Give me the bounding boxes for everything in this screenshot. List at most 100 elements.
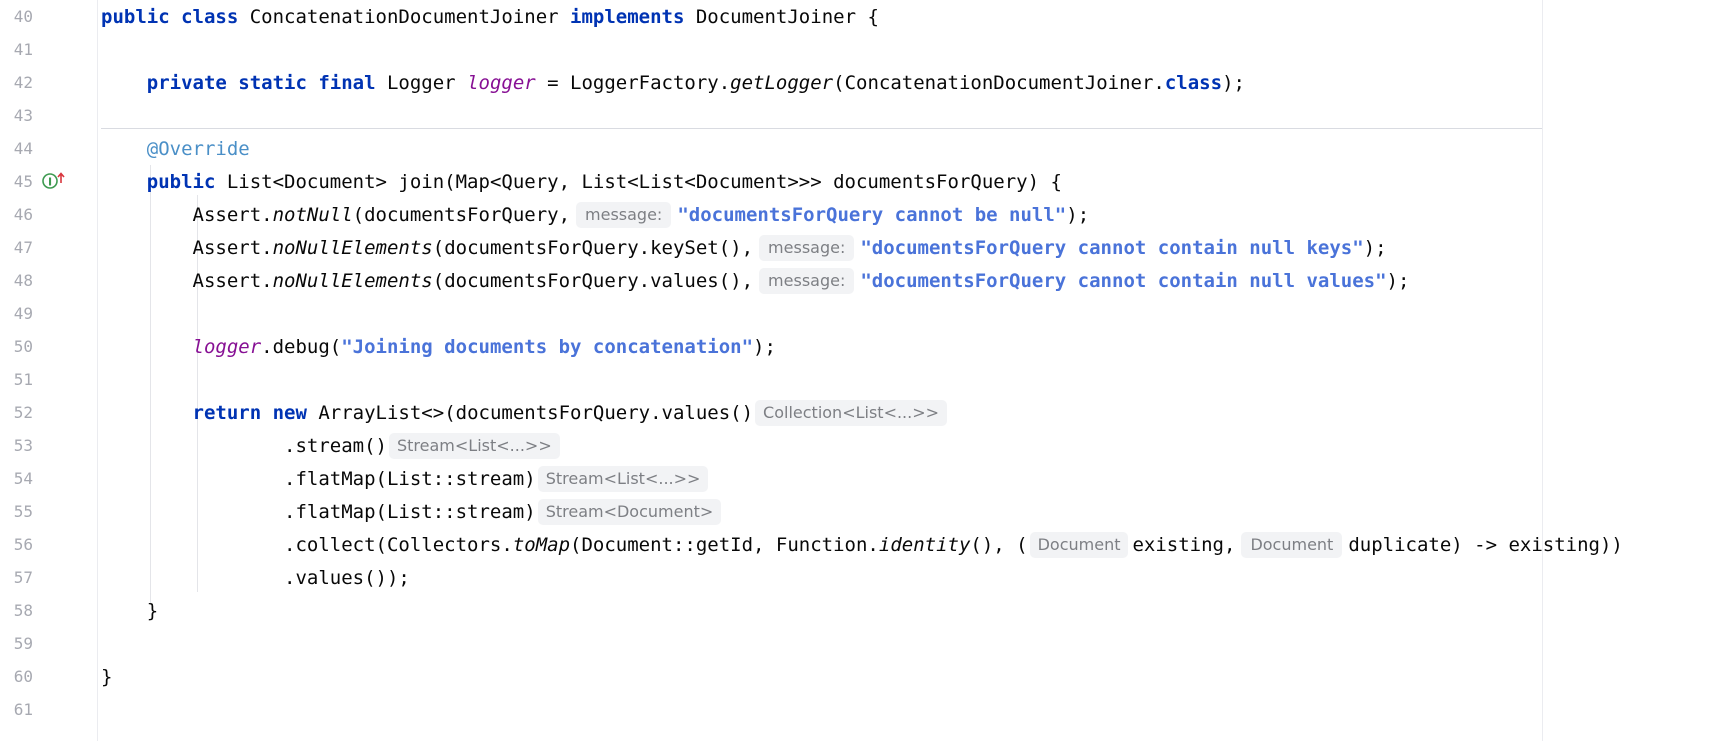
line-number: 61 (13, 700, 33, 719)
code-token: "documentsForQuery cannot contain null v… (860, 270, 1387, 292)
code-token: getLogger (730, 72, 834, 94)
code-text: @Override (101, 133, 250, 166)
code-line[interactable]: 58 } (0, 595, 1720, 628)
code-token: noNullElements (272, 237, 433, 259)
code-line[interactable]: 53 .stream() Stream<List<...>> (0, 430, 1720, 463)
parameter-hint: Document (1241, 532, 1343, 558)
code-editor[interactable]: I 40 public class ConcatenationDocumentJo… (0, 0, 1720, 741)
line-number: 56 (13, 535, 33, 554)
code-token: (ConcatenationDocumentJoiner. (833, 72, 1165, 94)
code-line[interactable]: 43 (0, 100, 1720, 133)
code-text: .values()); (101, 562, 410, 595)
line-number: 44 (13, 139, 33, 158)
line-number: 51 (13, 370, 33, 389)
parameter-hint: message: (759, 235, 855, 261)
code-token: List<Document> join(Map<Query, List<List… (226, 171, 1062, 193)
line-number: 46 (13, 205, 33, 224)
line-number: 54 (13, 469, 33, 488)
line-number: 50 (13, 337, 33, 356)
code-token: identity (878, 534, 971, 556)
code-token: duplicate) -> existing)) (1348, 534, 1623, 556)
code-text: .collect(Collectors.toMap(Document::getI… (101, 529, 1623, 562)
code-token: (Document::getId, Function. (570, 534, 879, 556)
code-token: (documentsForQuery.values(), (432, 270, 754, 292)
code-token: "Joining documents by concatenation" (341, 336, 754, 358)
line-number: 42 (13, 73, 33, 92)
code-token: .stream() (101, 435, 387, 457)
type-hint: Collection<List<...>> (755, 400, 948, 426)
code-line[interactable]: 46 Assert.notNull(documentsForQuery, mess… (0, 199, 1720, 232)
code-line[interactable]: 55 .flatMap(List::stream) Stream<Document… (0, 496, 1720, 529)
code-token: .collect(Collectors. (101, 534, 513, 556)
code-token: public class (101, 6, 250, 28)
code-line[interactable]: 49 (0, 298, 1720, 331)
code-text: .stream() Stream<List<...>> (101, 430, 564, 463)
code-text: public class ConcatenationDocumentJoiner… (101, 1, 879, 34)
code-text: Assert.noNullElements(documentsForQuery.… (101, 232, 1387, 265)
code-token: DocumentJoiner { (695, 6, 879, 28)
code-token: Assert. (101, 270, 273, 292)
code-line[interactable]: 44 @Override (0, 133, 1720, 166)
code-token: = LoggerFactory. (535, 72, 731, 94)
code-token: Assert. (101, 237, 273, 259)
line-number: 60 (13, 667, 33, 686)
line-number: 58 (13, 601, 33, 620)
code-text: logger.debug("Joining documents by conca… (101, 331, 776, 364)
code-token: ); (1222, 72, 1245, 94)
line-number: 41 (13, 40, 33, 59)
line-number: 45 (13, 172, 33, 191)
code-line[interactable]: 47 Assert.noNullElements(documentsForQue… (0, 232, 1720, 265)
line-number: 59 (13, 634, 33, 653)
type-hint: Stream<List<...>> (537, 466, 709, 492)
code-text: .flatMap(List::stream) Stream<List<...>> (101, 463, 712, 496)
line-number: 43 (13, 106, 33, 125)
code-line[interactable]: 60} (0, 661, 1720, 694)
code-token: implements (570, 6, 696, 28)
code-token: (documentsForQuery.keySet(), (432, 237, 754, 259)
type-hint: Stream<List<...>> (388, 433, 560, 459)
line-number: 53 (13, 436, 33, 455)
line-number: 55 (13, 502, 33, 521)
code-line[interactable]: 51 (0, 364, 1720, 397)
code-line[interactable]: 48 Assert.noNullElements(documentsForQue… (0, 265, 1720, 298)
code-text: public List<Document> join(Map<Query, Li… (101, 166, 1062, 199)
code-token: private static final (146, 72, 387, 94)
code-line[interactable]: 42 private static final Logger logger = … (0, 67, 1720, 100)
code-line[interactable]: 56 .collect(Collectors.toMap(Document::g… (0, 529, 1720, 562)
code-line[interactable]: 45 public List<Document> join(Map<Query,… (0, 166, 1720, 199)
code-token: .values()); (101, 567, 410, 589)
code-text: return new ArrayList<>(documentsForQuery… (101, 397, 951, 430)
code-line[interactable]: 59 (0, 628, 1720, 661)
code-token: (documentsForQuery, (352, 204, 571, 226)
code-line[interactable]: 57 .values()); (0, 562, 1720, 595)
code-token: "documentsForQuery cannot contain null k… (860, 237, 1364, 259)
line-number: 57 (13, 568, 33, 587)
code-token: logger (192, 336, 262, 358)
code-token: Logger (386, 72, 468, 94)
line-number: 47 (13, 238, 33, 257)
code-token: .flatMap(List::stream) (101, 468, 536, 490)
code-text: private static final Logger logger = Log… (101, 67, 1245, 100)
code-token: @Override (146, 138, 250, 160)
code-token: public (146, 171, 227, 193)
code-token: Assert. (101, 204, 273, 226)
code-text: Assert.noNullElements(documentsForQuery.… (101, 265, 1409, 298)
code-line[interactable]: 61 (0, 694, 1720, 727)
code-text: } (101, 661, 112, 694)
code-line[interactable]: 52 return new ArrayList<>(documentsForQu… (0, 397, 1720, 430)
code-token: ArrayList<>(documentsForQuery.values() (318, 402, 754, 424)
code-line[interactable]: 40 public class ConcatenationDocumentJoin… (0, 1, 1720, 34)
code-token: return new (192, 402, 319, 424)
code-line[interactable]: 50 logger.debug("Joining documents by co… (0, 331, 1720, 364)
code-token: ); (753, 336, 776, 358)
line-number: 40 (13, 7, 33, 26)
parameter-hint: message: (759, 268, 855, 294)
code-line[interactable]: 54 .flatMap(List::stream) Stream<List<...… (0, 463, 1720, 496)
code-token: noNullElements (272, 270, 433, 292)
code-line[interactable]: 41 (0, 34, 1720, 67)
code-token: class (1164, 72, 1223, 94)
